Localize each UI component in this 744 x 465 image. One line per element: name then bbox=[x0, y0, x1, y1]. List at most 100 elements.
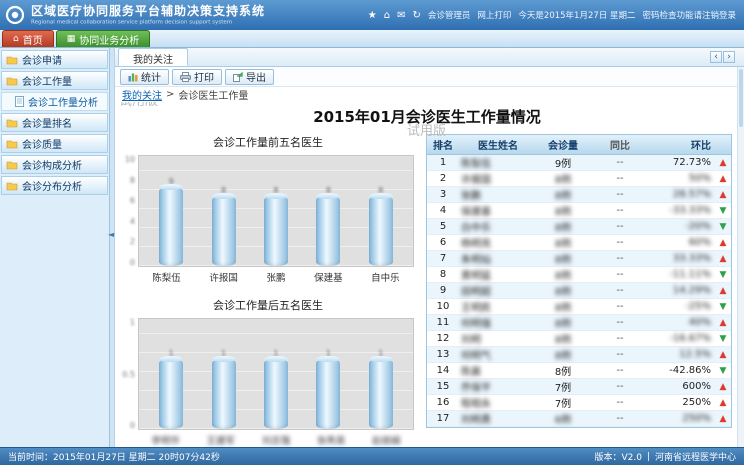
yoy-cell: -- bbox=[589, 397, 651, 408]
scrollbar-thumb[interactable] bbox=[739, 69, 743, 127]
table-row[interactable]: 17刘明勇6例--250%▲ bbox=[427, 411, 731, 427]
sidebar-item-consult-workload-analysis[interactable]: 会诊工作量分析 bbox=[1, 92, 108, 111]
count-cell: 8例 bbox=[537, 187, 589, 202]
export-button[interactable]: 导出 bbox=[225, 69, 274, 85]
logo-icon bbox=[5, 5, 25, 25]
print-icon bbox=[180, 72, 191, 82]
mom-cell: 250% bbox=[651, 397, 715, 408]
stat-button[interactable]: 统计 bbox=[120, 69, 169, 85]
collapse-arrow-icon[interactable]: ◄ bbox=[108, 230, 114, 239]
org-name: 河南省远程医学中心 bbox=[655, 450, 736, 463]
folder-icon bbox=[6, 55, 18, 65]
tab-prev-button[interactable]: ‹ bbox=[710, 51, 722, 63]
sidebar-item-consult-ranking[interactable]: 会诊量排名 bbox=[1, 113, 108, 132]
doctor-name-cell: 白中乐 bbox=[459, 219, 537, 234]
table-row[interactable]: 13何明气8例--12.5%▲ bbox=[427, 347, 731, 363]
table-row[interactable]: 2许报国8例--50%▲ bbox=[427, 171, 731, 187]
y-tick-label: 4 bbox=[130, 217, 135, 226]
up-arrow-icon: ▲ bbox=[715, 254, 731, 264]
y-tick-label: 10 bbox=[125, 155, 135, 164]
down-arrow-icon: ▼ bbox=[715, 334, 731, 344]
app-body: 会诊申请 会诊工作量 会诊工作量分析 会诊量排名 会诊质量 会诊构成分析 bbox=[0, 48, 744, 447]
tab-scroll-buttons: ‹ › bbox=[710, 51, 735, 63]
table-row[interactable]: 6杨明亮8例--60%▲ bbox=[427, 235, 731, 251]
mail-icon[interactable]: ✉ bbox=[397, 10, 405, 21]
logout-note[interactable]: 密码检查功能请注销登录 bbox=[642, 9, 736, 21]
doctor-workload-table: 排名 医生姓名 会诊量 同比 环比 1陈梨伍9例--72.73%▲2许报国8例-… bbox=[426, 134, 732, 428]
table-row[interactable]: 14陈晨8例---42.86%▼ bbox=[427, 363, 731, 379]
breadcrumb-current: 会诊医生工作量 bbox=[178, 87, 248, 102]
table-row[interactable]: 7朱明灿8例--33.33%▲ bbox=[427, 251, 731, 267]
table-row[interactable]: 16程相永7例--250%▲ bbox=[427, 395, 731, 411]
mom-cell: -11.11% bbox=[651, 269, 715, 280]
sidebar-item-label: 会诊工作量分析 bbox=[28, 94, 98, 109]
up-arrow-icon: ▲ bbox=[715, 286, 731, 296]
up-arrow-icon: ▲ bbox=[715, 190, 731, 200]
home-icon[interactable]: ⌂ bbox=[384, 10, 390, 21]
print-button-label: 打印 bbox=[194, 69, 214, 84]
stat-icon bbox=[128, 72, 138, 82]
count-cell: 8例 bbox=[537, 283, 589, 298]
table-row[interactable]: 5白中乐8例---20%▼ bbox=[427, 219, 731, 235]
tab-home[interactable]: ⌂ 首页 bbox=[2, 30, 54, 47]
tab-next-button[interactable]: › bbox=[723, 51, 735, 63]
count-cell: 8例 bbox=[537, 235, 589, 250]
breadcrumb-root-link[interactable]: 我的关注 bbox=[122, 87, 162, 102]
sidebar-item-consult-composition[interactable]: 会诊构成分析 bbox=[1, 155, 108, 174]
table-row[interactable]: 10王明民8例---25%▼ bbox=[427, 299, 731, 315]
sidebar-item-consult-apply[interactable]: 会诊申请 bbox=[1, 50, 108, 69]
print-button[interactable]: 打印 bbox=[172, 69, 222, 85]
count-cell: 8例 bbox=[537, 315, 589, 330]
refresh-icon[interactable]: ↻ bbox=[413, 10, 421, 21]
header-yoy: 同比 bbox=[589, 137, 651, 152]
rank-cell: 11 bbox=[427, 317, 459, 328]
page-icon bbox=[15, 96, 24, 107]
y-axis: 10.50 bbox=[122, 318, 138, 430]
cylinder-bar bbox=[316, 196, 340, 266]
footer-right: 版本：V2.0 | 河南省远程医学中心 bbox=[594, 450, 736, 463]
sidebar-item-label: 会诊构成分析 bbox=[22, 157, 82, 172]
count-cell: 8例 bbox=[537, 203, 589, 218]
bar: 9 bbox=[159, 156, 183, 266]
table-row[interactable]: 1陈梨伍9例--72.73%▲ bbox=[427, 155, 731, 171]
header-mom: 环比 bbox=[651, 137, 715, 152]
bar: 1 bbox=[159, 319, 183, 429]
cylinder-bar bbox=[264, 196, 288, 266]
up-arrow-icon: ▲ bbox=[715, 158, 731, 168]
y-tick-label: 1 bbox=[130, 318, 135, 327]
doctor-name-cell: 程相永 bbox=[459, 395, 537, 410]
vertical-scrollbar[interactable] bbox=[737, 67, 744, 447]
bar: 1 bbox=[316, 319, 340, 429]
app-subtitle: Regional medical collaboration service p… bbox=[31, 18, 232, 25]
bar: 8 bbox=[212, 156, 236, 266]
table-row[interactable]: 8黄明猛8例---11.11%▼ bbox=[427, 267, 731, 283]
bar-category-label: 王建军 bbox=[207, 433, 236, 447]
table-row[interactable]: 15乔保平7例--600%▲ bbox=[427, 379, 731, 395]
bar-category-label: 张秀英 bbox=[317, 433, 346, 447]
tab-my-focus[interactable]: 我的关注 bbox=[118, 48, 188, 66]
doctor-name-cell: 何明强 bbox=[459, 315, 537, 330]
brand-text: 区域医疗协同服务平台辅助决策支持系统 Regional medical coll… bbox=[31, 5, 268, 26]
chart-tab-icon: ▦ bbox=[67, 35, 76, 44]
table-row[interactable]: 12刘明8例---16.67%▼ bbox=[427, 331, 731, 347]
yoy-cell: -- bbox=[589, 157, 651, 168]
bar: 8 bbox=[316, 156, 340, 266]
header-name: 医生姓名 bbox=[459, 137, 537, 152]
quick-link[interactable]: 网上打印 bbox=[477, 9, 511, 21]
down-arrow-icon: ▼ bbox=[715, 302, 731, 312]
bar: 1 bbox=[369, 319, 393, 429]
table-row[interactable]: 4保建基8例---33.33%▼ bbox=[427, 203, 731, 219]
star-icon[interactable]: ★ bbox=[368, 10, 377, 21]
sidebar-item-label: 会诊工作量 bbox=[22, 73, 72, 88]
yoy-cell: -- bbox=[589, 221, 651, 232]
chart-title: 会诊工作量后五名医生 bbox=[122, 297, 414, 313]
table-row[interactable]: 3张鹏8例--28.57%▲ bbox=[427, 187, 731, 203]
table-row[interactable]: 9田明超8例--14.29%▲ bbox=[427, 283, 731, 299]
mom-cell: 40% bbox=[651, 317, 715, 328]
table-row[interactable]: 11何明强8例--40%▲ bbox=[427, 315, 731, 331]
sidebar-item-consult-distribution[interactable]: 会诊分布分析 bbox=[1, 176, 108, 195]
mom-cell: 50% bbox=[651, 173, 715, 184]
tab-collaborative-analysis[interactable]: ▦ 协同业务分析 bbox=[56, 30, 151, 47]
sidebar-item-consult-quality[interactable]: 会诊质量 bbox=[1, 134, 108, 153]
sidebar-item-consult-workload[interactable]: 会诊工作量 bbox=[1, 71, 108, 90]
